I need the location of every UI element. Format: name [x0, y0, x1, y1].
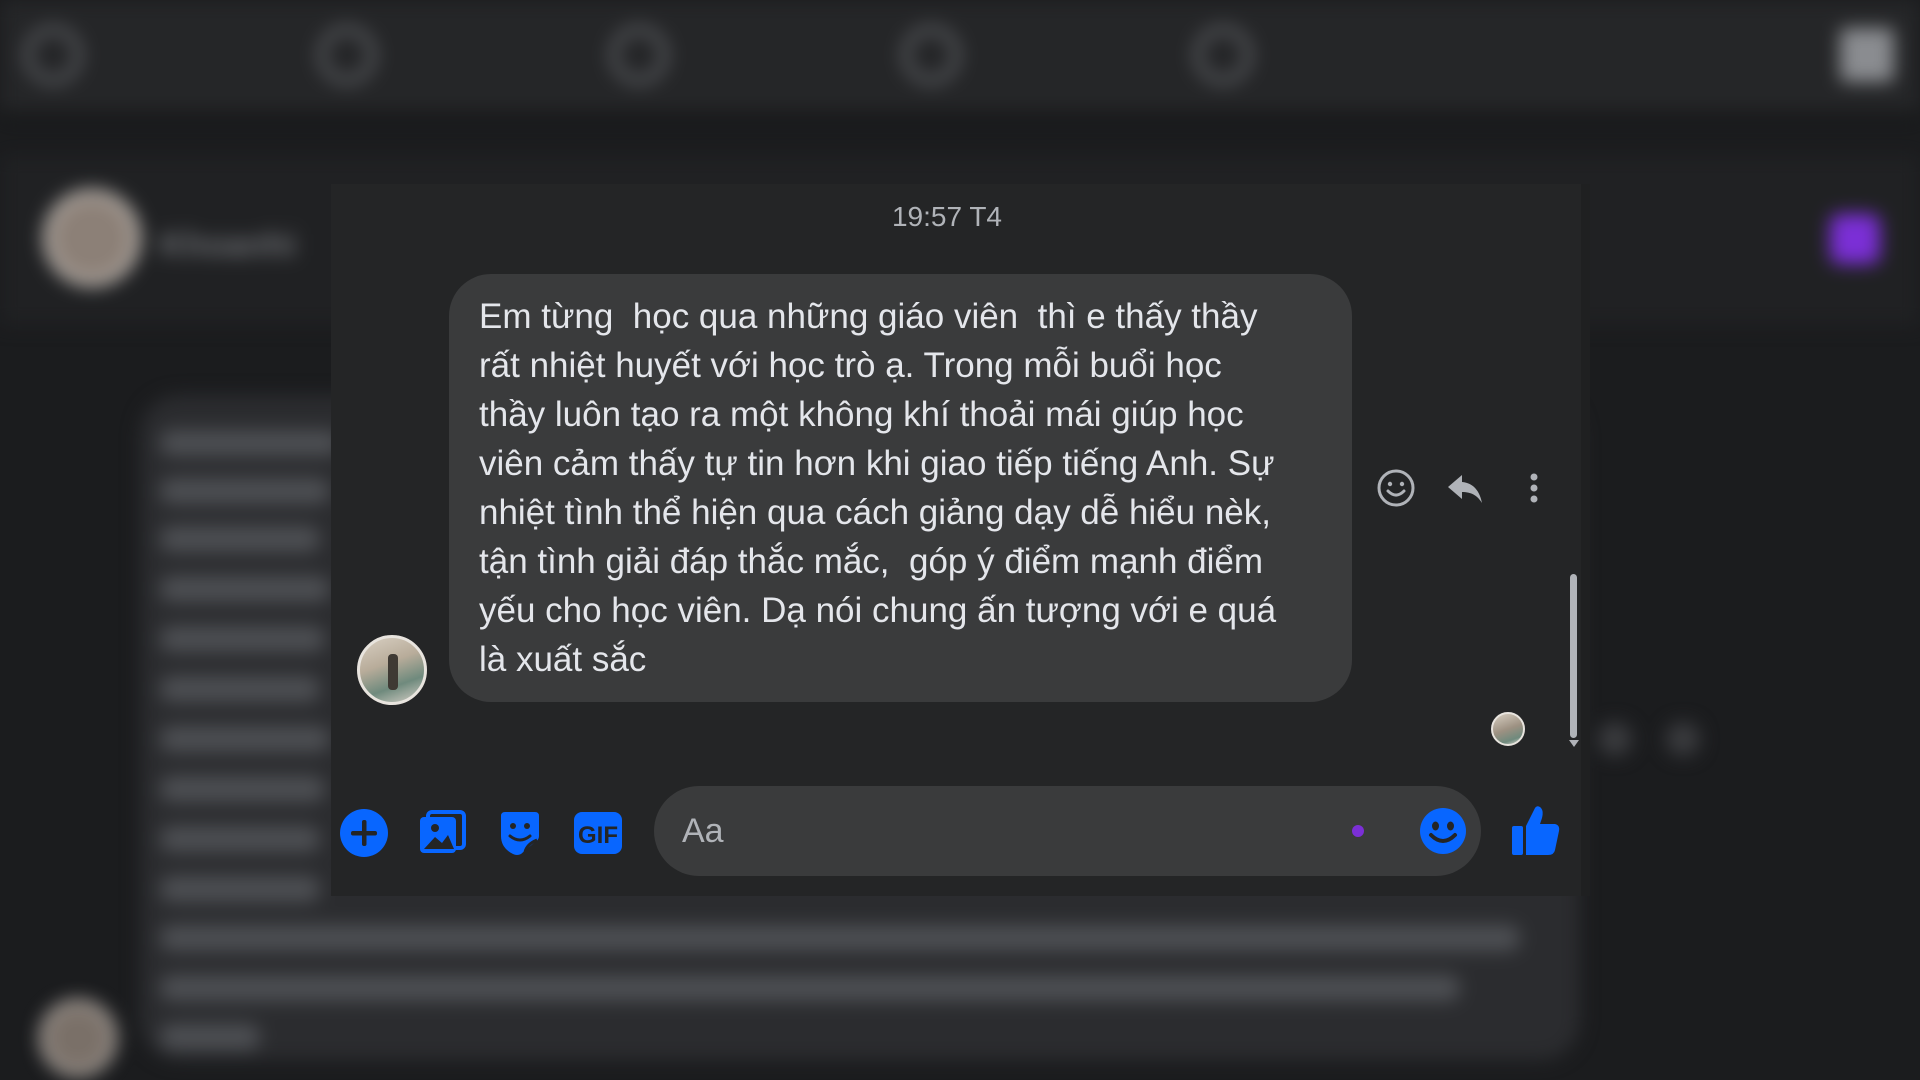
message-bubble[interactable]: Em từng học qua những giáo viên thì e th…	[449, 274, 1352, 702]
scrollbar[interactable]	[1567, 184, 1581, 754]
sticker-icon[interactable]	[493, 806, 547, 860]
emoji-icon[interactable]	[1419, 807, 1467, 855]
photo-icon[interactable]	[415, 806, 469, 860]
message-input[interactable]	[682, 802, 1322, 860]
chat-panel: 19:57 T4 Em từng học qua những giáo viên…	[331, 184, 1590, 896]
thumbs-up-icon[interactable]	[1507, 802, 1565, 860]
phone-icon[interactable]	[1830, 214, 1880, 264]
gaming-icon[interactable]	[1194, 26, 1252, 84]
reply-icon[interactable]	[1442, 465, 1488, 511]
marketplace-icon[interactable]	[902, 26, 960, 84]
scrollbar-thumb[interactable]	[1570, 574, 1577, 738]
gif-icon[interactable]: GIF	[571, 806, 625, 860]
background-contact-avatar	[44, 190, 140, 286]
typing-indicator-dot	[1352, 825, 1364, 837]
gif-label: GIF	[578, 822, 618, 849]
watch-icon[interactable]	[610, 26, 668, 84]
background-contact-name: Khoanhi	[160, 226, 296, 264]
home-icon[interactable]	[24, 26, 82, 84]
scroll-down-arrow-icon[interactable]	[1569, 740, 1579, 747]
react-icon[interactable]	[1373, 465, 1419, 511]
top-navigation-bar	[0, 0, 1920, 120]
sender-avatar[interactable]	[357, 635, 427, 705]
groups-icon[interactable]	[318, 26, 376, 84]
message-text: Em từng học qua những giáo viên thì e th…	[479, 297, 1277, 679]
background-sender-avatar	[40, 1000, 116, 1076]
seen-receipt-avatar	[1491, 712, 1525, 746]
menu-icon[interactable]	[1840, 28, 1894, 82]
more-icon[interactable]	[1511, 465, 1557, 511]
message-timestamp: 19:57 T4	[891, 201, 1003, 232]
plus-icon[interactable]	[337, 806, 391, 860]
message-composer[interactable]	[654, 786, 1481, 876]
